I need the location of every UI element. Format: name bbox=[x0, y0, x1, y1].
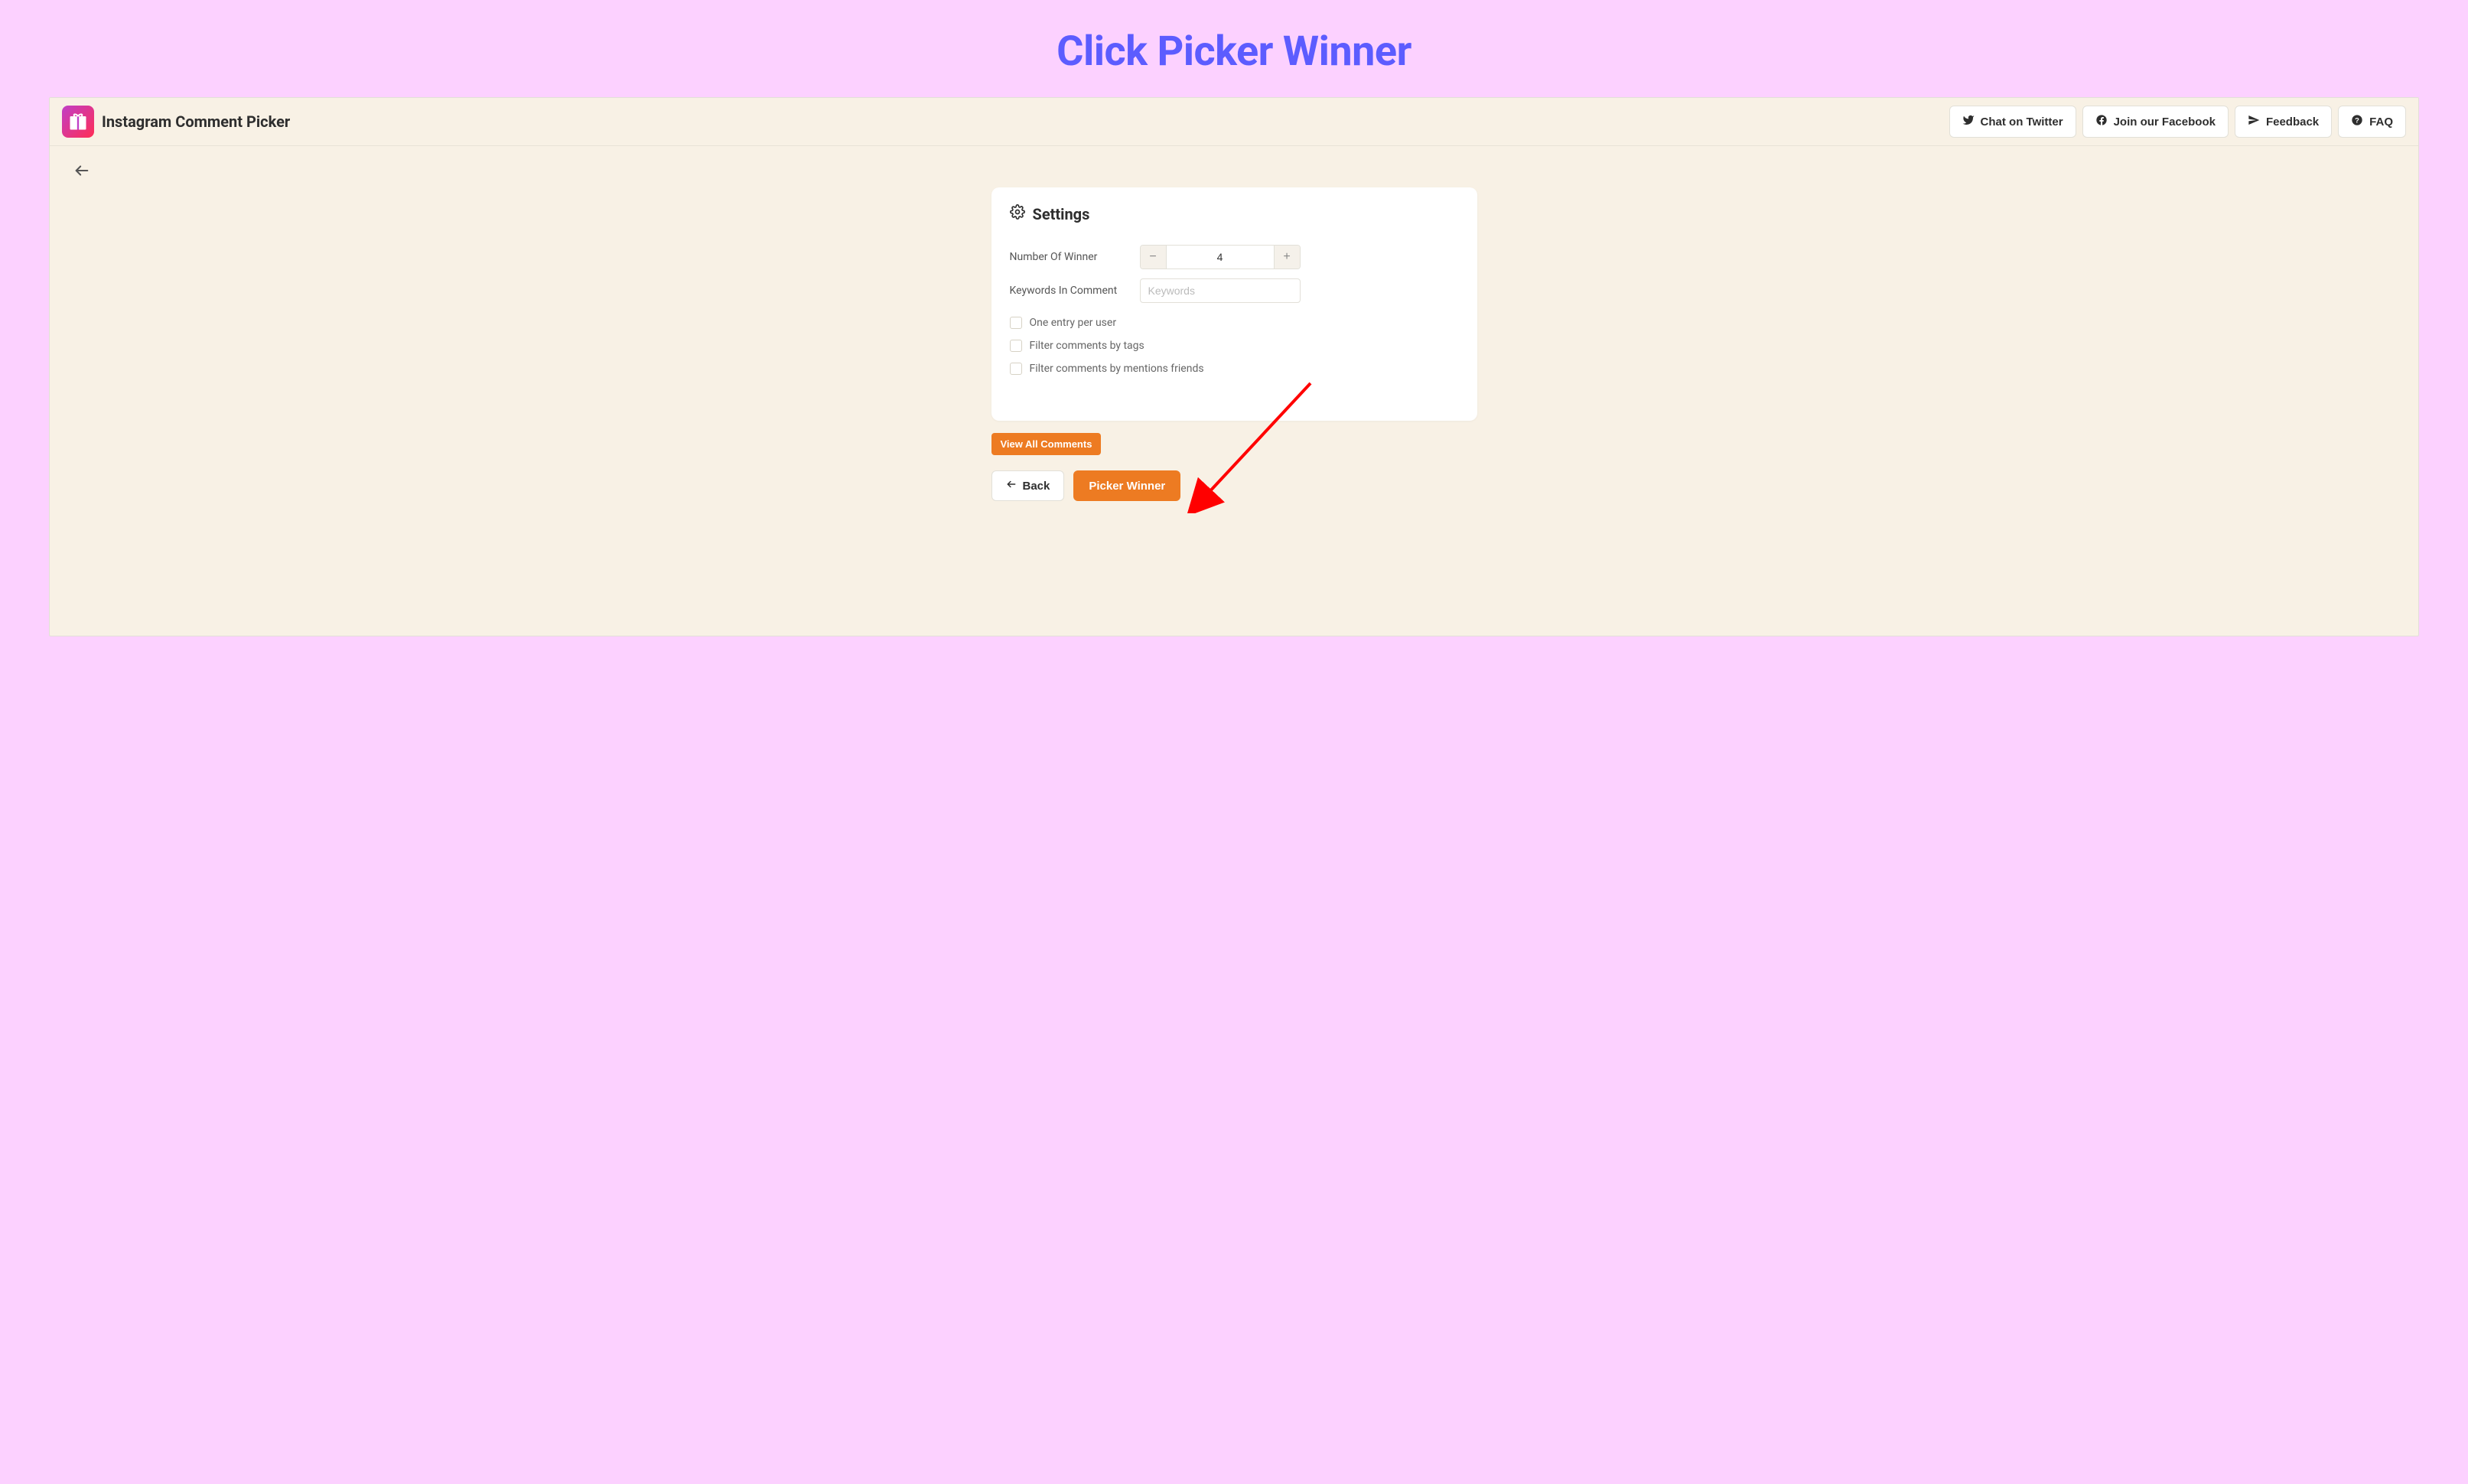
app-body: Settings Number Of Winner − + Keywords I… bbox=[50, 146, 2418, 636]
stepper-minus-button[interactable]: − bbox=[1141, 246, 1167, 268]
view-all-comments-button[interactable]: View All Comments bbox=[991, 433, 1102, 455]
app-header: Instagram Comment Picker Chat on Twitter… bbox=[50, 98, 2418, 146]
winner-count-stepper: − + bbox=[1140, 245, 1301, 269]
picker-winner-button[interactable]: Picker Winner bbox=[1073, 470, 1180, 501]
chat-twitter-button[interactable]: Chat on Twitter bbox=[1949, 106, 2076, 138]
stepper-plus-button[interactable]: + bbox=[1274, 246, 1300, 268]
facebook-icon bbox=[2095, 114, 2108, 129]
checkbox-filter-mentions[interactable] bbox=[1010, 363, 1022, 375]
svg-text:?: ? bbox=[2355, 116, 2359, 124]
faq-button[interactable]: ? FAQ bbox=[2338, 106, 2406, 138]
back-button[interactable]: Back bbox=[991, 470, 1065, 501]
checkbox-filter-mentions-row[interactable]: Filter comments by mentions friends bbox=[1010, 363, 1459, 375]
checkbox-filter-tags-label: Filter comments by tags bbox=[1030, 340, 1144, 352]
twitter-icon bbox=[1962, 114, 1975, 129]
chat-twitter-label: Chat on Twitter bbox=[1981, 116, 2063, 129]
header-actions: Chat on Twitter Join our Facebook Feedba… bbox=[1949, 106, 2406, 138]
join-facebook-button[interactable]: Join our Facebook bbox=[2082, 106, 2229, 138]
arrow-left-icon bbox=[1006, 479, 1017, 493]
keywords-label: Keywords In Comment bbox=[1010, 285, 1140, 297]
number-of-winner-label: Number Of Winner bbox=[1010, 251, 1140, 263]
checkbox-filter-mentions-label: Filter comments by mentions friends bbox=[1030, 363, 1204, 375]
settings-title: Settings bbox=[1033, 205, 1090, 223]
faq-label: FAQ bbox=[2369, 116, 2393, 129]
question-circle-icon: ? bbox=[2351, 114, 2363, 129]
paper-plane-icon bbox=[2248, 114, 2260, 129]
app-frame: Instagram Comment Picker Chat on Twitter… bbox=[49, 97, 2419, 636]
winner-count-input[interactable] bbox=[1167, 246, 1274, 268]
checkbox-one-entry-label: One entry per user bbox=[1030, 317, 1117, 329]
back-arrow-icon[interactable] bbox=[71, 160, 93, 181]
checkbox-one-entry[interactable] bbox=[1010, 317, 1022, 329]
feedback-label: Feedback bbox=[2266, 116, 2319, 129]
join-facebook-label: Join our Facebook bbox=[2114, 116, 2216, 129]
brand: Instagram Comment Picker bbox=[62, 106, 290, 138]
brand-logo-icon bbox=[62, 106, 94, 138]
keywords-input[interactable] bbox=[1140, 278, 1301, 303]
banner-title: Click Picker Winner bbox=[0, 0, 2468, 97]
gear-icon bbox=[1010, 204, 1025, 223]
settings-card: Settings Number Of Winner − + Keywords I… bbox=[991, 187, 1477, 421]
app-title: Instagram Comment Picker bbox=[102, 112, 290, 131]
checkbox-one-entry-row[interactable]: One entry per user bbox=[1010, 317, 1459, 329]
back-button-label: Back bbox=[1023, 480, 1050, 493]
checkbox-filter-tags-row[interactable]: Filter comments by tags bbox=[1010, 340, 1459, 352]
feedback-button[interactable]: Feedback bbox=[2235, 106, 2332, 138]
checkbox-filter-tags[interactable] bbox=[1010, 340, 1022, 352]
